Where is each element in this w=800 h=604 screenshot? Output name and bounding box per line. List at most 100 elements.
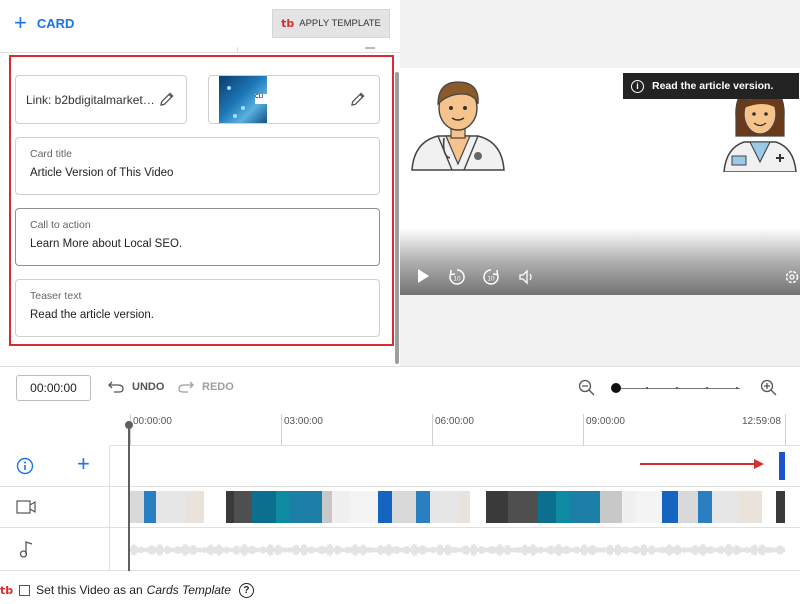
svg-text:10: 10: [453, 276, 461, 283]
video-frame-thumbnail: [776, 491, 785, 523]
video-frame-thumbnail: [470, 491, 486, 523]
video-frame-thumbnail: [508, 491, 538, 523]
rewind-10-icon[interactable]: 10: [448, 268, 466, 286]
playhead[interactable]: [128, 423, 130, 571]
zoom-slider-knob[interactable]: [611, 383, 621, 393]
card-title-label: Card title: [30, 148, 73, 160]
svg-text:10: 10: [487, 276, 495, 283]
video-camera-icon: [16, 500, 36, 514]
video-frame-thumbnail: [662, 491, 678, 523]
ruler-label: 00:00:00: [133, 416, 172, 427]
template-italic-text: Cards Template: [146, 583, 231, 597]
zoom-slider-tick: [736, 387, 738, 389]
card-thumbnail-field[interactable]: CLI: [208, 75, 380, 124]
plus-icon: +: [14, 10, 27, 35]
link-field[interactable]: Link: b2bdigitalmarket…: [15, 75, 187, 124]
video-frame-thumbnail: [698, 491, 712, 523]
cards-toolbar: + CARD tb APPLY TEMPLATE: [0, 0, 400, 50]
ruler-label: 09:00:00: [586, 416, 625, 427]
teaser-text-value: Read the article version.: [30, 309, 155, 321]
ruler-label: 03:00:00: [284, 416, 323, 427]
current-time-input[interactable]: 00:00:00: [16, 375, 91, 401]
info-icon: [16, 457, 34, 475]
video-frame-thumbnail: [622, 491, 636, 523]
ruler-tick: [130, 414, 131, 446]
ruler-label: 06:00:00: [435, 416, 474, 427]
template-footer: tb Set this Video as an Cards Template ?: [0, 576, 800, 604]
ruler-tick: [432, 414, 433, 446]
video-frame-thumbnail: [712, 491, 740, 523]
zoom-in-icon[interactable]: [760, 379, 777, 396]
video-frame-thumbnail: [226, 491, 234, 523]
undo-label: UNDO: [132, 381, 165, 393]
video-frame-thumbnail: [156, 491, 186, 523]
video-frame-thumbnail: [332, 491, 350, 523]
play-icon[interactable]: [416, 268, 430, 284]
zoom-slider-tick: [706, 387, 708, 389]
card-teaser-overlay[interactable]: i Read the article version.: [623, 73, 799, 99]
info-icon: i: [631, 79, 644, 93]
video-frame-thumbnail: [570, 491, 600, 523]
video-frame-thumbnail: [740, 491, 762, 523]
tubebuddy-logo: tb: [0, 583, 14, 597]
add-card-button[interactable]: + CARD: [14, 10, 75, 35]
video-frame-thumbnail: [378, 491, 392, 523]
edit-pencil-icon[interactable]: [158, 90, 176, 111]
card-marker[interactable]: [779, 452, 785, 480]
zoom-slider-track[interactable]: [616, 388, 740, 389]
card-title-value: Article Version of This Video: [30, 167, 174, 179]
video-frame-thumbnail: [430, 491, 460, 523]
card-thumbnail-image: CLI: [219, 76, 267, 123]
video-player[interactable]: [400, 68, 800, 295]
video-frame-thumbnail: [130, 491, 144, 523]
thumbnail-dot: [227, 86, 231, 90]
audio-waveform: [130, 544, 785, 556]
tab-divider: [365, 47, 375, 49]
cards-template-checkbox[interactable]: [19, 584, 31, 596]
thumbnail-label: CLI: [255, 94, 267, 104]
undo-button[interactable]: UNDO: [108, 381, 164, 393]
ruler-tick: [281, 414, 282, 446]
help-icon[interactable]: ?: [238, 582, 254, 598]
thumbnail-dot: [241, 106, 245, 110]
video-frame-thumbnail: [234, 491, 252, 523]
video-thumbnail-strip: [130, 491, 785, 523]
video-frame-thumbnail: [486, 491, 508, 523]
video-frame-thumbnail: [276, 491, 290, 523]
apply-template-label: APPLY TEMPLATE: [299, 18, 381, 29]
video-frame-thumbnail: [678, 491, 698, 523]
red-arrow-annotation: [640, 459, 764, 469]
teaser-text-field[interactable]: Teaser text Read the article version.: [15, 279, 380, 337]
link-text: Link: b2bdigitalmarket…: [26, 92, 155, 107]
volume-icon[interactable]: [518, 268, 536, 286]
call-to-action-field[interactable]: Call to action Learn More about Local SE…: [15, 208, 380, 266]
call-to-action-value: Learn More about Local SEO.: [30, 238, 183, 250]
timeline-ruler[interactable]: 00:00:00 03:00:00 06:00:00 09:00:00 12:5…: [110, 406, 800, 446]
add-card-label: CARD: [36, 15, 75, 31]
tubebuddy-logo: tb: [281, 17, 295, 30]
video-frame-thumbnail: [416, 491, 430, 523]
video-frame-thumbnail: [204, 491, 226, 523]
zoom-out-icon[interactable]: [578, 379, 595, 396]
zoom-slider-tick: [676, 387, 678, 389]
zoom-slider-tick: [646, 387, 648, 389]
forward-10-icon[interactable]: 10: [482, 268, 500, 286]
template-text: Set this Video as an: [36, 583, 143, 597]
settings-icon[interactable]: [783, 268, 800, 286]
card-title-field[interactable]: Card title Article Version of This Video: [15, 137, 380, 195]
teaser-text-label: Teaser text: [30, 290, 82, 302]
undo-icon: [108, 381, 124, 393]
card-tabs-strip: [0, 47, 400, 53]
add-card-track-button[interactable]: +: [77, 452, 90, 476]
redo-icon: [178, 381, 194, 393]
call-to-action-label: Call to action: [30, 219, 91, 231]
ruler-tick: [583, 414, 584, 446]
waveform-path: [130, 544, 785, 556]
video-frame-thumbnail: [144, 491, 156, 523]
video-frame-thumbnail: [556, 491, 570, 523]
left-panel-scrollbar[interactable]: [395, 72, 399, 364]
edit-pencil-icon[interactable]: [349, 90, 367, 113]
redo-button[interactable]: REDO: [178, 381, 234, 393]
apply-template-button[interactable]: tb APPLY TEMPLATE: [272, 9, 390, 38]
video-frame-thumbnail: [350, 491, 378, 523]
